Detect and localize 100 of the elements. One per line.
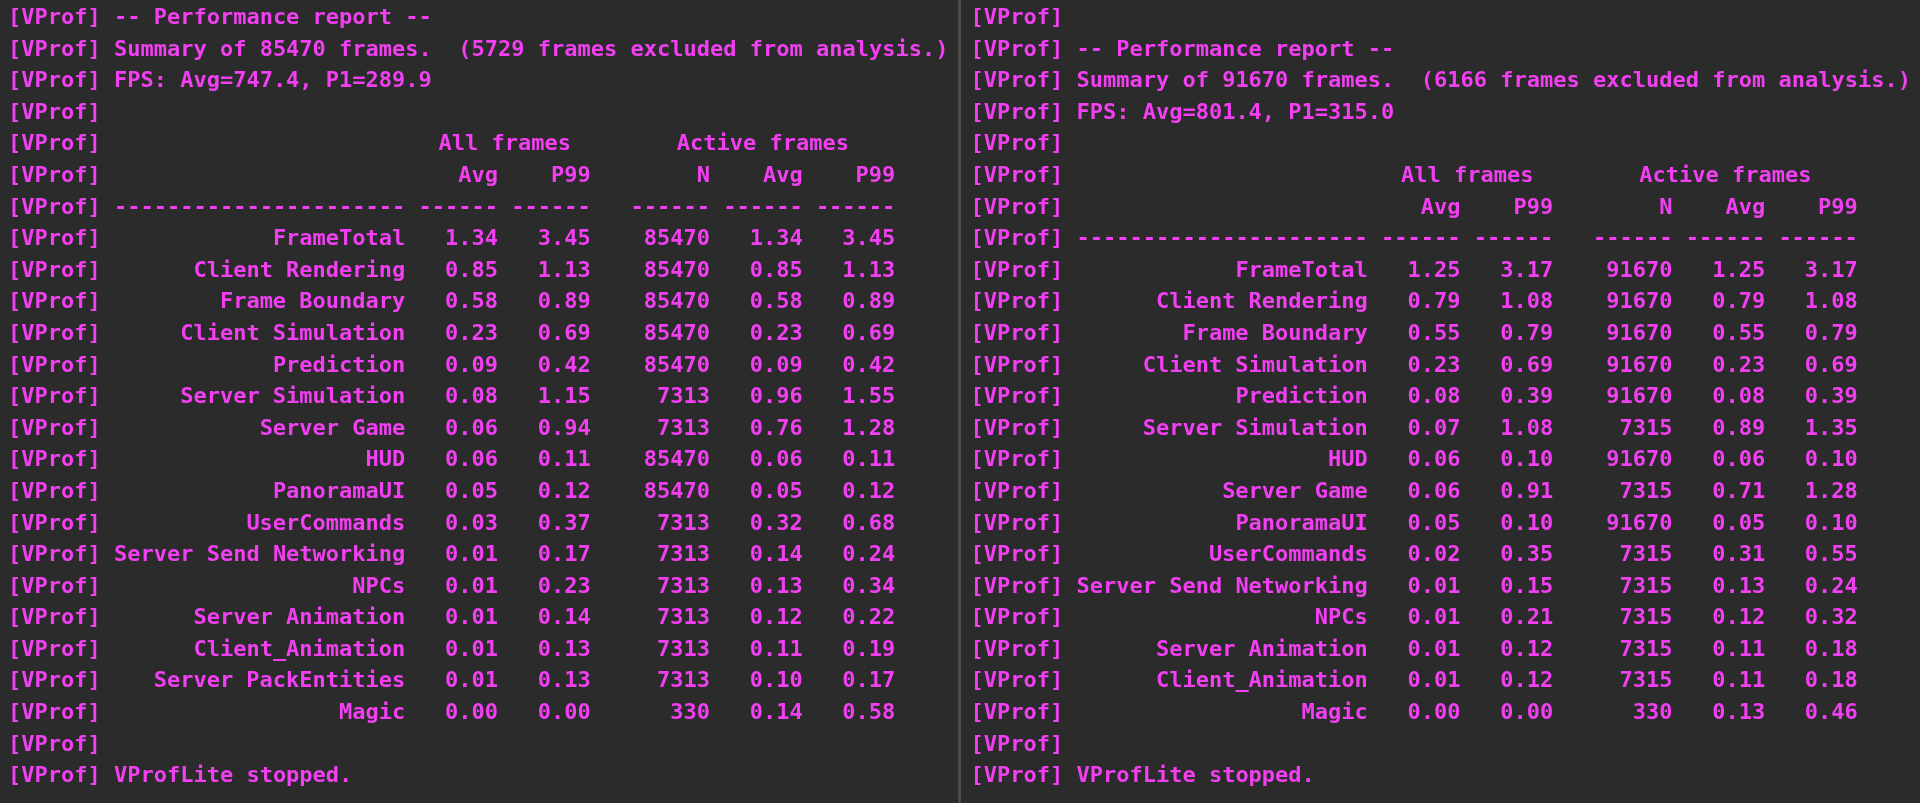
log-prefix: [VProf] [970,97,1064,126]
separator-dashes: ------ [815,192,896,221]
log-prefix: [VProf] [8,540,101,569]
log-prefix: [VProf] [970,698,1064,727]
table-cell-text: 0.32 [1803,603,1858,632]
table-cell-text: 0.00 [444,698,499,727]
row-label: Server Animation [1154,634,1368,663]
table-cell-text: 1.13 [841,255,896,284]
separator-dashes: ------ [1381,224,1461,253]
table-cell-text: 0.12 [841,476,896,505]
log-message: Summary of 85470 frames. (5729 frames excluded from analysis.) [113,34,949,63]
table-cell-text: 0.69 [1803,350,1858,379]
log-prefix: [VProf] [970,445,1064,474]
table-cell-text: 0.17 [536,540,591,569]
table-cell-text: 0.79 [1711,287,1766,316]
table-cell-text: 3.17 [1803,255,1858,284]
log-prefix: [VProf] [970,729,1064,758]
log-prefix: [VProf] [8,666,101,695]
table-cell-text: 0.17 [841,666,896,695]
table-cell-text: 0.05 [1711,508,1766,537]
table-cell-text: 0.39 [1803,382,1858,411]
table-cell-text: 1.34 [748,224,803,253]
table-cell-text: 0.23 [1711,350,1766,379]
separator-dashes: ---------------------- [1076,224,1368,253]
row-label: Server Game [1221,476,1368,505]
table-cell-text: 85470 [642,318,710,347]
table-cell-text: 0.21 [1499,603,1554,632]
log-prefix: [VProf] [8,603,101,632]
table-cell-text: 7315 [1618,634,1673,663]
column-group-header: Active frames [1638,160,1813,189]
table-cell-text: 0.23 [1406,350,1461,379]
log-prefix: [VProf] [8,508,101,537]
table-cell-text: 85470 [642,445,710,474]
log-prefix: [VProf] [970,666,1064,695]
log-prefix: [VProf] [970,382,1064,411]
log-prefix: [VProf] [970,634,1064,663]
table-cell-text: 0.06 [1406,445,1461,474]
log-prefix: [VProf] [8,192,101,221]
table-cell-text: 0.11 [536,445,591,474]
table-cell-text: 0.37 [536,508,591,537]
table-cell-text: 0.89 [536,287,591,316]
log-prefix: [VProf] [8,761,101,790]
table-cell-text: 0.06 [1406,476,1461,505]
column-header: Avg [1419,192,1461,221]
log-prefix: [VProf] [8,287,101,316]
table-cell-text: 0.10 [1499,508,1554,537]
table-cell-text: 91670 [1605,445,1673,474]
table-cell-text: 0.42 [841,350,896,379]
table-cell-text: 0.58 [841,698,896,727]
log-prefix: [VProf] [970,318,1064,347]
table-cell-text: 0.94 [536,413,591,442]
log-prefix: [VProf] [8,698,101,727]
table-cell-text: 0.96 [748,382,803,411]
table-cell-text: 0.11 [748,634,803,663]
table-cell-text: 0.00 [1499,698,1554,727]
table-cell-text: 7313 [655,508,710,537]
log-prefix: [VProf] [8,350,101,379]
table-cell-text: 0.13 [1711,571,1766,600]
column-header: Avg [457,160,499,189]
log-prefix: [VProf] [970,66,1064,95]
log-message: FPS: Avg=747.4, P1=289.9 [113,66,432,95]
row-label: FrameTotal [271,224,406,253]
table-cell-text: 3.45 [536,224,591,253]
column-group-header: All frames [437,129,572,158]
table-cell-text: 7315 [1618,476,1673,505]
log-prefix: [VProf] [8,571,101,600]
table-cell-text: 0.19 [841,634,896,663]
table-cell-text: 0.89 [1711,413,1766,442]
table-cell-text: 0.09 [444,350,499,379]
log-prefix: [VProf] [970,761,1064,790]
table-cell-text: 0.01 [444,634,499,663]
table-cell-text: 7313 [655,571,710,600]
separator-dashes: ------ [1473,224,1554,253]
table-cell-text: 0.00 [536,698,591,727]
row-label: Client Rendering [1154,287,1368,316]
column-header: Avg [761,160,803,189]
log-prefix: [VProf] [970,287,1064,316]
table-cell-text: 0.42 [536,350,591,379]
separator-dashes: ------ [1685,224,1766,253]
table-cell-text: 330 [1631,698,1673,727]
table-cell-text: 0.00 [1406,698,1461,727]
table-cell-text: 0.69 [841,318,896,347]
table-cell-text: 1.25 [1711,255,1766,284]
log-prefix: [VProf] [970,508,1064,537]
table-cell-text: 0.01 [1406,666,1461,695]
table-cell-text: 0.23 [748,318,803,347]
log-prefix: [VProf] [970,3,1064,31]
table-cell-text: 0.02 [1406,540,1461,569]
row-label: Prediction [1234,382,1368,411]
table-cell-text: 0.14 [536,603,591,632]
column-header: N [1658,192,1673,221]
table-cell-text: 91670 [1605,287,1673,316]
table-cell-text: 0.05 [444,476,499,505]
table-cell-text: 91670 [1605,255,1673,284]
row-label: Server Send Networking [1076,571,1368,600]
table-cell-text: 0.39 [1499,382,1554,411]
table-cell-text: 0.10 [1499,445,1554,474]
table-cell-text: 1.13 [536,255,591,284]
row-label: Server PackEntities [152,666,406,695]
table-cell-text: 0.08 [444,382,499,411]
